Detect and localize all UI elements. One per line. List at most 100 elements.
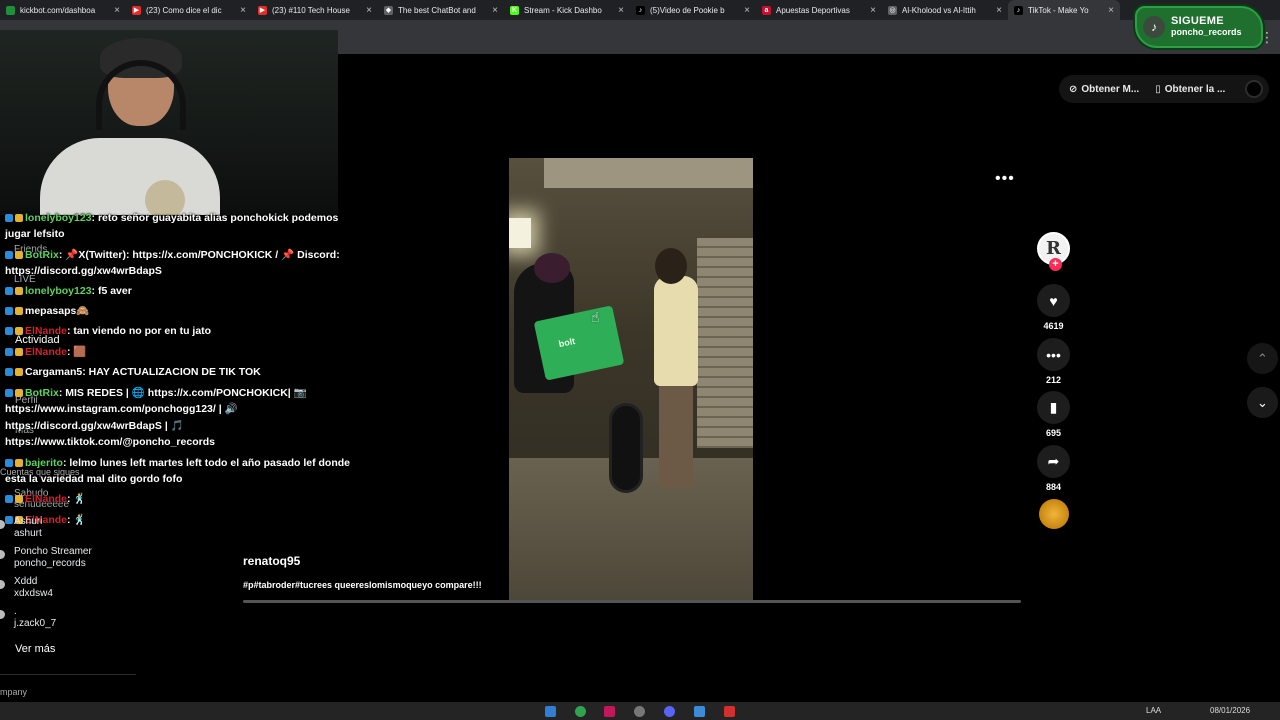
chat-message: ElNande: 🕺 [5,491,87,508]
chat-message: https://www.tiktok.com/@poncho_records [5,434,215,451]
chat-badge-icon [5,495,13,503]
previous-video-button[interactable]: ⌃ [1247,343,1278,374]
follow-badge-title: SIGUEME [1171,15,1224,27]
get-desktop-app-button[interactable]: ⊘ Obtener M... [1069,84,1139,95]
chat-badge-icon [5,516,13,524]
chrome-taskbar-icon[interactable] [575,706,586,717]
chat-message: ElNande: 🟫 [5,344,87,361]
chat-message-text: : lelmo lunes left martes left todo el a… [62,457,350,469]
tab-close-icon[interactable]: × [618,5,624,16]
tab-close-icon[interactable]: × [1108,5,1114,16]
chat-message-text: : 🕺 [67,493,87,505]
browser-tab[interactable]: K Stream - Kick Dashbo × [504,0,630,20]
creator-avatar[interactable]: R + [1037,232,1070,271]
browser-tab[interactable]: ♪ TikTok - Make Yo × [1008,0,1120,20]
tab-close-icon[interactable]: × [744,5,750,16]
chat-badge-icon [5,251,13,259]
tab-favicon-icon: a [762,5,771,15]
chat-badge-icon [5,307,13,315]
avatar [0,580,5,589]
share-icon[interactable]: ➦ [1037,445,1070,478]
sidebar-account-handle: xdxdsw4 [14,588,53,599]
chevron-down-icon: ⌄ [1257,394,1268,410]
windows-start-icon[interactable] [545,706,556,717]
discord-taskbar-icon[interactable] [664,706,675,717]
get-desktop-app-label: Obtener M... [1081,83,1140,95]
tab-close-icon[interactable]: × [996,5,1002,16]
profile-avatar-button[interactable] [1245,80,1264,98]
see-more-link[interactable]: Ver más [15,643,55,655]
chat-badge-icon [5,348,13,356]
tab-title: Al-Kholood vs Al-Ittih [902,5,976,15]
browser-tab[interactable]: a Apuestas Deportivas × [756,0,882,20]
chat-badge-icon [5,389,13,397]
chat-message-text: jugar lefsito [5,228,65,240]
keyboard-language[interactable]: LAA [1146,706,1161,715]
follow-plus-icon[interactable]: + [1049,258,1062,271]
chat-username[interactable]: mepasaps [25,305,76,317]
sidebar-account-name: Xddd [14,576,38,587]
browser-tab[interactable]: ◎ Al-Kholood vs Al-Ittih × [882,0,1008,20]
bookmark-icon[interactable]: ▮ [1037,391,1070,424]
chat-badge-icon [15,368,23,376]
comment-action: ••• 212 [1037,338,1070,385]
settings-taskbar-icon[interactable] [634,706,645,717]
footer-company-link[interactable]: mpany [0,687,27,697]
video-scene-ceiling [544,158,753,188]
share-action: ➦ 884 [1037,445,1070,492]
chat-message-text: esta la variedad mal dito gordo fofo [5,473,183,485]
os-taskbar: LAA 08/01/2026 [0,702,1280,720]
avatar [0,550,5,559]
chat-message: lonelyboy123: f5 aver [5,283,132,300]
browser-tab[interactable]: kickbot.com/dashboa × [0,0,126,20]
comment-icon[interactable]: ••• [1037,338,1070,371]
chat-badge-icon [5,287,13,295]
next-video-button[interactable]: ⌄ [1247,387,1278,418]
chat-message: https://discord.gg/xw4wrBdapS [5,263,162,280]
tab-title: (23) Como dice el dic [146,5,222,15]
browser-tab[interactable]: ♪ (5)Video de Pookie b × [630,0,756,20]
tab-close-icon[interactable]: × [870,5,876,16]
tab-close-icon[interactable]: × [366,5,372,16]
chat-username[interactable]: lonelyboy123 [25,285,92,297]
get-mobile-app-button[interactable]: ▯ Obtener la ... [1155,84,1225,95]
tab-favicon-icon: ▶ [258,5,267,15]
explorer-taskbar-icon[interactable] [694,706,705,717]
chat-message-text: : 🕺 [67,514,87,526]
chat-badge-icon [15,495,23,503]
chat-badge-icon [15,251,23,259]
chat-username[interactable]: lonelyboy123 [25,212,92,224]
video-author-username[interactable]: renatoq95 [243,554,300,568]
music-disc-icon[interactable] [1039,499,1069,529]
video-progress-bar[interactable] [243,600,1021,603]
tab-title: (5)Video de Pookie b [650,5,725,15]
chat-message-text: https://www.instagram.com/ponchogg123/ |… [5,403,238,415]
tab-close-icon[interactable]: × [240,5,246,16]
chat-username[interactable]: ElNande [25,493,67,505]
save-action: ▮ 695 [1037,391,1070,438]
video-player[interactable]: bolt [509,158,753,601]
chat-username[interactable]: BotRix [25,387,59,399]
app-taskbar-icon[interactable] [604,706,615,717]
tab-title: kickbot.com/dashboa [20,5,96,15]
video-scene-man-legs [659,383,693,488]
more-options-icon[interactable]: ••• [995,170,1015,188]
tab-favicon-icon: K [510,5,519,15]
mouse-cursor-icon: ☝ [591,309,600,325]
tab-close-icon[interactable]: × [114,5,120,16]
chat-message: lonelyboy123: reto señor guayabita alias… [5,210,338,227]
heart-icon[interactable]: ♥ [1037,284,1070,317]
chat-username[interactable]: bajerito [25,457,63,469]
chat-username[interactable]: BotRix [25,249,59,261]
browser-tab[interactable]: ▶ (23) #110 Tech House × [252,0,378,20]
chat-username[interactable]: ElNande [25,325,67,337]
browser-tab[interactable]: ▶ (23) Como dice el dic × [126,0,252,20]
chat-badge-icon [15,287,23,295]
chat-username[interactable]: Cargaman5 [25,366,82,378]
tab-close-icon[interactable]: × [492,5,498,16]
chat-badge-icon [5,368,13,376]
app2-taskbar-icon[interactable] [724,706,735,717]
chat-username[interactable]: ElNande [25,346,67,358]
browser-tab[interactable]: ◆ The best ChatBot and × [378,0,504,20]
tiktok-icon: ♪ [1143,16,1165,38]
